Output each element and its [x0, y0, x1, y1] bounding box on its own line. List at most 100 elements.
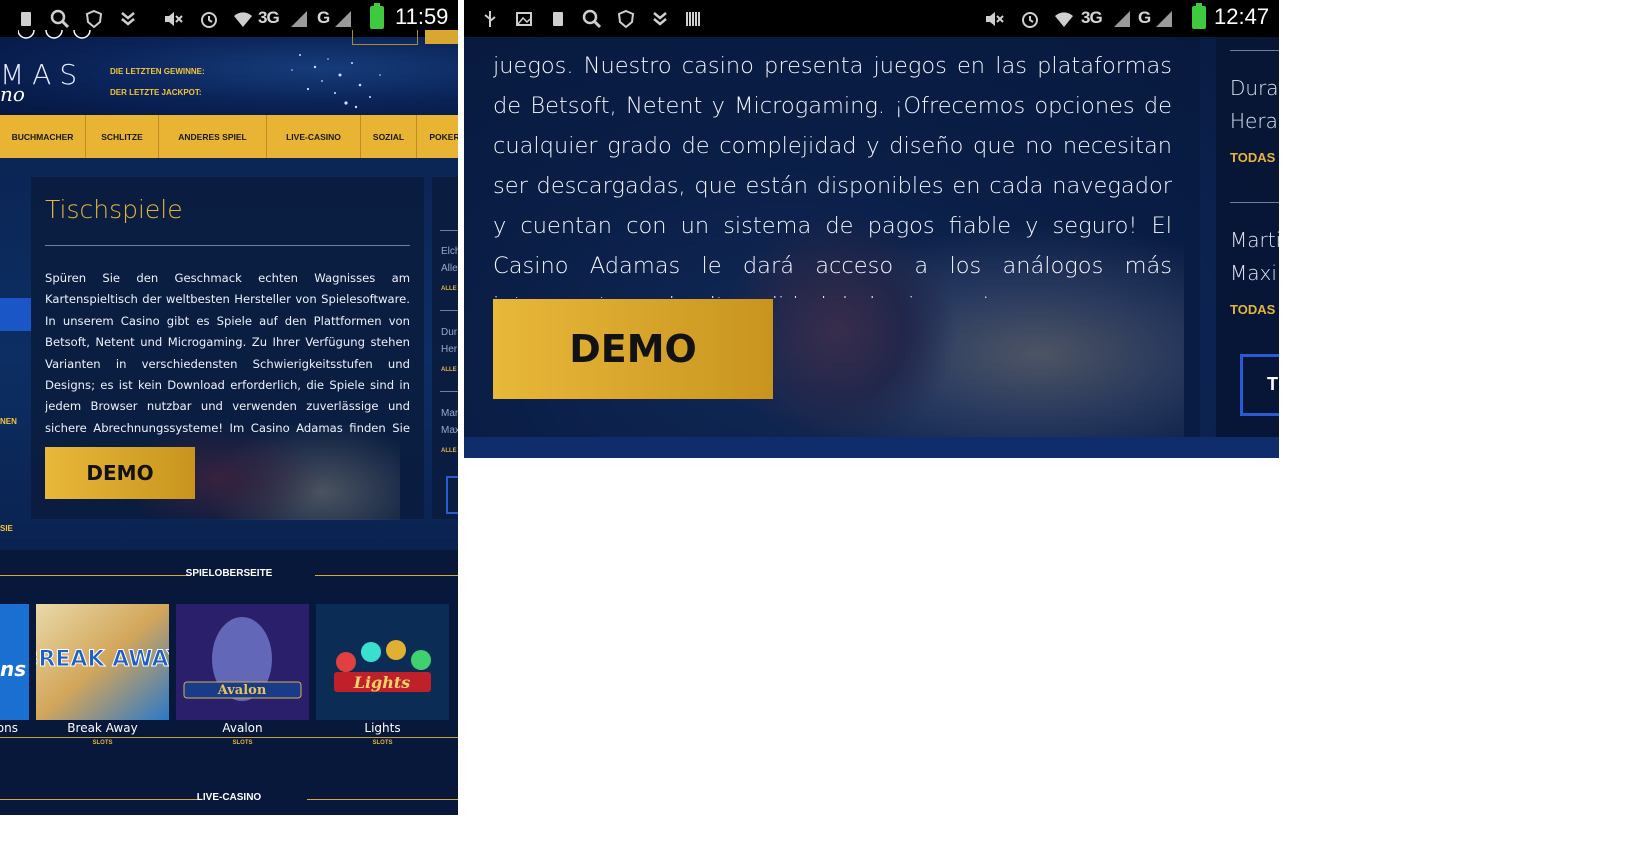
game-tile[interactable]: ns — [0, 604, 29, 720]
barcode-icon — [684, 9, 704, 29]
game-category: SLOTS — [92, 740, 113, 746]
last-jackpot-label: DER LETZTE JACKPOT: — [110, 88, 202, 97]
divider — [0, 737, 458, 738]
status-bar: 3G G 12:47 — [464, 0, 1279, 37]
game-category: SLOTS — [232, 740, 253, 746]
game-title[interactable]: ons — [0, 721, 18, 735]
header-button-gold[interactable] — [425, 30, 458, 44]
alarm-icon — [199, 9, 219, 29]
shield-icon — [616, 9, 636, 29]
winner-name: Max — [441, 425, 458, 436]
image-icon — [514, 9, 534, 29]
nav-item-sozial[interactable]: SOZIAL — [361, 115, 417, 158]
side-blue-button[interactable] — [0, 298, 31, 331]
logo-rings — [18, 30, 91, 39]
game-thumbnail: BREAK AWAY — [36, 604, 169, 720]
section-title: LIVE-CASINO — [196, 792, 262, 803]
nav-item-live-casino[interactable]: LIVE-CASINO — [267, 115, 361, 158]
nav-item-poker[interactable]: POKER — [417, 115, 458, 158]
nav-item-anderes-spiel[interactable]: ANDERES SPIEL — [159, 115, 267, 158]
divider — [440, 230, 458, 231]
game-thumbnail: Avalon — [176, 604, 309, 720]
game-title[interactable]: Break Away — [36, 721, 169, 735]
winner-name: Heras — [1230, 109, 1279, 133]
winner-name: Her — [441, 344, 458, 355]
sim-icon — [548, 9, 568, 29]
battery-icon — [370, 3, 384, 29]
game-title[interactable]: Lights — [316, 721, 449, 735]
winner-link[interactable]: TODAS — [1230, 302, 1275, 317]
winner-name: Durar — [1230, 76, 1279, 100]
game-thumbnail: ns — [0, 604, 29, 720]
winner-link[interactable]: ALLE — [441, 448, 457, 454]
winner-name: Martir — [1230, 228, 1279, 252]
wifi-icon — [233, 9, 253, 29]
clock: 12:47 — [1214, 4, 1270, 29]
divider — [1230, 202, 1279, 203]
wifi-icon — [1054, 9, 1074, 29]
svg-text:BREAK AWAY: BREAK AWAY — [36, 647, 169, 672]
section-header: LIVE-CASINO — [0, 792, 458, 806]
battery-charging-icon — [1192, 3, 1206, 29]
divider — [45, 245, 410, 246]
nav-item-buchmacher[interactable]: BUCHMACHER — [0, 115, 86, 158]
main-nav: BUCHMACHER SCHLITZE ANDERES SPIEL LIVE-C… — [0, 115, 458, 158]
search-icon — [50, 9, 70, 29]
clock: 11:59 — [395, 4, 449, 29]
game-title[interactable]: Avalon — [176, 721, 309, 735]
winner-name: Mar — [441, 408, 458, 419]
divider — [315, 575, 458, 576]
signal-icon — [289, 9, 309, 29]
network-type-2: G — [317, 8, 330, 27]
winner-link[interactable]: ALLE — [441, 367, 457, 373]
network-type: 3G — [258, 8, 280, 27]
sim-icon — [16, 9, 36, 29]
screenshot-left: 3G G 11:59 MAS no DIE LETZTEN GEWINNE: D… — [0, 0, 458, 815]
mute-icon — [984, 9, 1004, 29]
winner-link[interactable]: TODAS — [1230, 150, 1275, 165]
network-type-2: G — [1138, 8, 1151, 27]
nav-item-schlitze[interactable]: SCHLITZE — [86, 115, 159, 158]
signal-icon — [1112, 9, 1132, 29]
winners-button[interactable] — [446, 476, 458, 514]
game-tile[interactable]: Lights — [316, 604, 449, 720]
svg-text:ns: ns — [0, 657, 26, 681]
demo-button[interactable]: DEMO — [45, 447, 195, 499]
side-label: SIE — [0, 524, 13, 533]
download-icon — [650, 9, 670, 29]
divider — [307, 799, 458, 800]
winner-name: Dur — [441, 327, 458, 338]
svg-text:Avalon: Avalon — [217, 683, 267, 698]
card-title: Tischspiele — [45, 195, 183, 224]
signal-icon — [333, 9, 353, 29]
winner-name: Elch — [441, 246, 458, 257]
header-button[interactable] — [352, 30, 418, 45]
search-icon — [582, 9, 602, 29]
download-icon — [118, 9, 138, 29]
card-description: juegos. Nuestro casino presenta juegos e… — [493, 53, 1172, 298]
logo-subtext: no — [0, 82, 25, 106]
demo-button[interactable]: DEMO — [493, 299, 773, 399]
usb-icon — [480, 9, 500, 29]
game-thumbnail: Lights — [316, 604, 449, 720]
screenshot-right: 3G G 12:47 juegos. Nuestro casino presen… — [464, 0, 1279, 458]
last-winners-label: DIE LETZTEN GEWINNE: — [110, 67, 205, 76]
winner-link[interactable]: ALLE — [441, 286, 457, 292]
divider — [440, 310, 458, 311]
alarm-icon — [1020, 9, 1040, 29]
game-category: SLOTS — [372, 740, 393, 746]
svg-text:Lights: Lights — [353, 673, 411, 692]
section-title: SPIELOBERSEITE — [185, 568, 273, 579]
game-tile[interactable]: BREAK AWAY — [36, 604, 169, 720]
section-header: SPIELOBERSEITE — [0, 568, 458, 582]
side-label: NEN — [0, 417, 17, 426]
card-description: Spüren Sie den Geschmack echten Wagnisse… — [45, 271, 410, 444]
sparkle-decoration — [291, 54, 381, 109]
mute-icon — [163, 9, 183, 29]
divider — [440, 391, 458, 392]
shield-icon — [84, 9, 104, 29]
card-footer-bar — [464, 437, 1279, 458]
game-tile[interactable]: Avalon — [176, 604, 309, 720]
winner-name: Maxi — [1230, 261, 1277, 285]
signal-icon — [1154, 9, 1174, 29]
